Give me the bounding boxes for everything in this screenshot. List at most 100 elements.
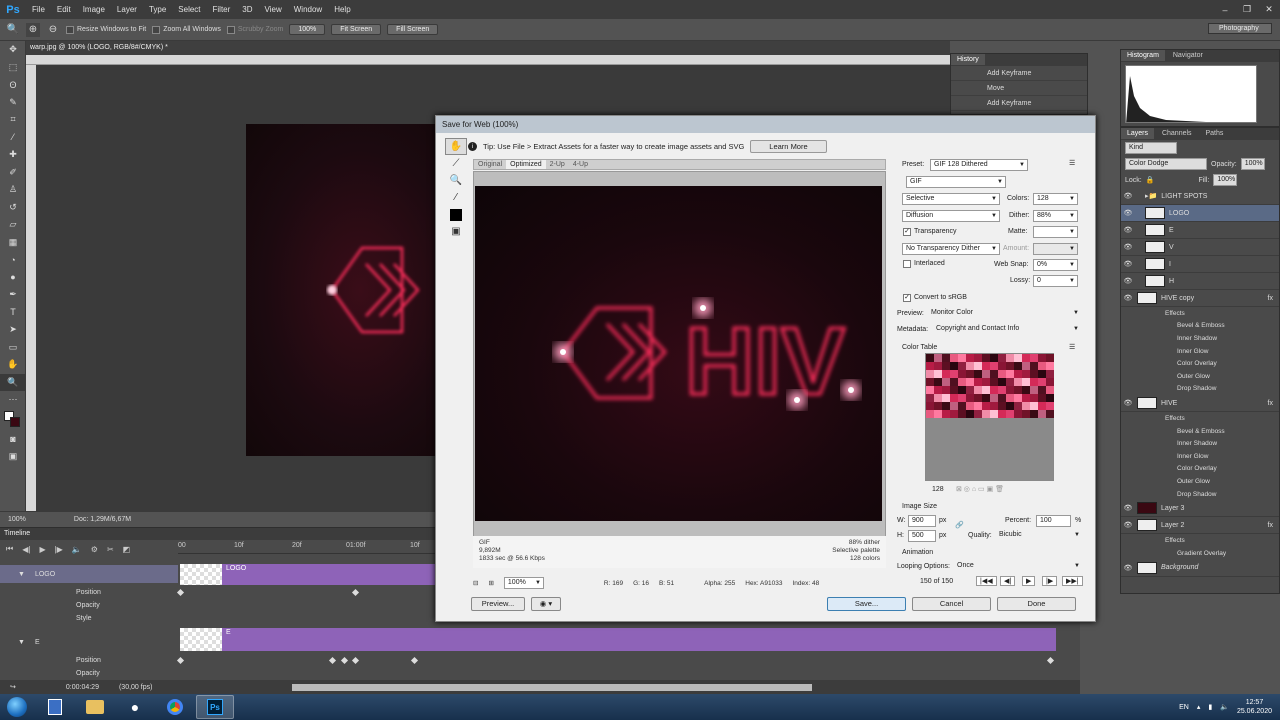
channels-tab[interactable]: Channels	[1156, 128, 1198, 139]
effect-drop-shadow[interactable]: Drop Shadow	[1121, 383, 1279, 396]
scrubby-zoom-checkbox[interactable]: Scrubby Zoom	[226, 25, 283, 34]
move-tool-icon[interactable]: ✥	[0, 41, 26, 59]
format-select[interactable]: GIF ▼	[906, 176, 1006, 188]
edit-toolbar-icon[interactable]: ⋯	[0, 391, 26, 409]
histogram-tab[interactable]: Histogram	[1121, 50, 1165, 61]
next-frame-icon[interactable]: |▶	[55, 545, 63, 554]
color-swatch[interactable]	[1022, 386, 1030, 394]
keyframe[interactable]	[340, 656, 349, 665]
volume-icon[interactable]: 🔈	[1220, 703, 1229, 711]
taskbar-app[interactable]: Ps	[196, 695, 234, 719]
screen-mode-icon[interactable]: ▣	[0, 448, 26, 466]
color-swatch[interactable]	[1030, 410, 1038, 418]
color-swatch[interactable]	[950, 378, 958, 386]
lasso-tool-icon[interactable]: ʘ	[0, 76, 26, 94]
color-swatch[interactable]	[998, 386, 1006, 394]
filter-kind-select[interactable]: Kind	[1125, 142, 1177, 154]
done-button[interactable]: Done	[997, 597, 1076, 611]
color-swatch[interactable]	[1046, 394, 1054, 402]
menu-select[interactable]: Select	[172, 0, 206, 19]
color-swatch[interactable]	[990, 354, 998, 362]
color-swatch[interactable]	[950, 370, 958, 378]
color-table[interactable]	[925, 353, 1054, 481]
zoom-in-icon[interactable]: ⊕	[26, 22, 40, 37]
blur-tool-icon[interactable]: ◔	[0, 251, 26, 269]
color-swatch[interactable]	[998, 394, 1006, 402]
render-icon[interactable]: ↪	[10, 683, 16, 691]
dodge-tool-icon[interactable]: ●	[0, 269, 26, 287]
play-button[interactable]: ▶	[1022, 576, 1036, 586]
gradient-tool-icon[interactable]: ▦	[0, 234, 26, 252]
color-swatch[interactable]	[926, 410, 934, 418]
timeline-layer-e[interactable]: ▼ E	[0, 632, 178, 652]
color-swatch[interactable]	[982, 370, 990, 378]
color-swatch[interactable]	[990, 362, 998, 370]
timeline-scroll[interactable]	[292, 683, 813, 691]
info-download[interactable]: 1833 sec @ 56.6 Kbps	[479, 555, 545, 563]
zoom-out-icon[interactable]: ⊖	[46, 23, 60, 37]
effect-inner-glow[interactable]: Inner Glow	[1121, 450, 1279, 463]
color-swatch[interactable]	[1006, 378, 1014, 386]
menu-edit[interactable]: Edit	[51, 0, 77, 19]
color-swatch[interactable]	[934, 362, 942, 370]
effect-outer-glow[interactable]: Outer Glow	[1121, 370, 1279, 383]
dither-algorithm-select[interactable]: Diffusion ▼	[902, 210, 1000, 222]
color-swatch[interactable]	[950, 386, 958, 394]
color-swatch[interactable]	[950, 402, 958, 410]
language-indicator[interactable]: EN	[1179, 704, 1189, 711]
reduction-select[interactable]: Selective ▼	[902, 193, 1000, 205]
current-time[interactable]: 0:00:04:29	[66, 684, 99, 691]
color-swatch[interactable]	[958, 354, 966, 362]
preview-color-select[interactable]: Monitor Color ▼	[928, 308, 1081, 320]
effect-outer-glow[interactable]: Outer Glow	[1121, 475, 1279, 488]
color-swatch[interactable]	[1038, 410, 1046, 418]
collapse-icon[interactable]: ▼	[18, 571, 25, 578]
color-swatch[interactable]	[982, 394, 990, 402]
color-swatch[interactable]	[966, 362, 974, 370]
keyframe[interactable]	[328, 656, 337, 665]
zoom-plus-icon[interactable]: ⊞	[488, 579, 493, 587]
color-swatch[interactable]	[1014, 410, 1022, 418]
optimized-preview[interactable]: HIV	[475, 186, 882, 521]
color-swatch[interactable]	[998, 362, 1006, 370]
menu-view[interactable]: View	[259, 0, 288, 19]
menu-image[interactable]: Image	[77, 0, 111, 19]
lock-icon[interactable]: 🔒	[1146, 176, 1155, 184]
color-swatch[interactable]	[958, 410, 966, 418]
layer-3[interactable]: 👁 Layer 3	[1121, 500, 1279, 518]
color-swatch[interactable]	[942, 354, 950, 362]
resize-windows-checkbox[interactable]: Resize Windows to Fit	[66, 25, 146, 34]
document-tab[interactable]: warp.jpg @ 100% (LOGO, RGB/8#/CMYK) *	[26, 41, 950, 55]
color-swatch[interactable]	[1030, 378, 1038, 386]
color-swatch[interactable]	[1006, 386, 1014, 394]
preview-button[interactable]: Preview...	[471, 597, 525, 611]
cancel-button[interactable]: Cancel	[912, 597, 991, 611]
dither-input[interactable]: 88% ▼	[1033, 210, 1078, 222]
layer-v[interactable]: 👁 V	[1121, 239, 1279, 256]
looping-select[interactable]: Once ▼	[954, 561, 1082, 573]
shape-tool-icon[interactable]: ▭	[0, 339, 26, 357]
taskbar-app[interactable]	[36, 695, 74, 719]
path-select-icon[interactable]: ➤	[0, 321, 26, 339]
color-swatch[interactable]	[982, 354, 990, 362]
color-swatch[interactable]	[934, 354, 942, 362]
color-swatch[interactable]	[934, 410, 942, 418]
tab-4up[interactable]: 4-Up	[569, 160, 592, 169]
color-swatch[interactable]	[1022, 410, 1030, 418]
track-opacity-e[interactable]: Opacity	[0, 667, 178, 680]
color-table-menu-icon[interactable]: ☰	[1069, 343, 1075, 351]
amount-input[interactable]: ▼	[1033, 243, 1078, 255]
keyframe[interactable]	[351, 656, 360, 665]
fx-icon[interactable]: fx	[1268, 522, 1273, 529]
effect-inner-shadow[interactable]: Inner Shadow	[1121, 332, 1279, 345]
quality-select[interactable]: Bicubic ▼	[996, 530, 1082, 542]
color-swatch[interactable]	[1014, 394, 1022, 402]
link-icon[interactable]: 🔗	[955, 521, 964, 529]
color-swatch[interactable]	[990, 378, 998, 386]
layer-logo[interactable]: 👁 LOGO	[1121, 205, 1279, 222]
color-swatch[interactable]	[926, 386, 934, 394]
color-swatch[interactable]	[1038, 394, 1046, 402]
zoom-tool-side-icon[interactable]: 🔍	[0, 373, 26, 391]
color-swatch[interactable]	[950, 354, 958, 362]
document-canvas[interactable]	[246, 124, 436, 456]
